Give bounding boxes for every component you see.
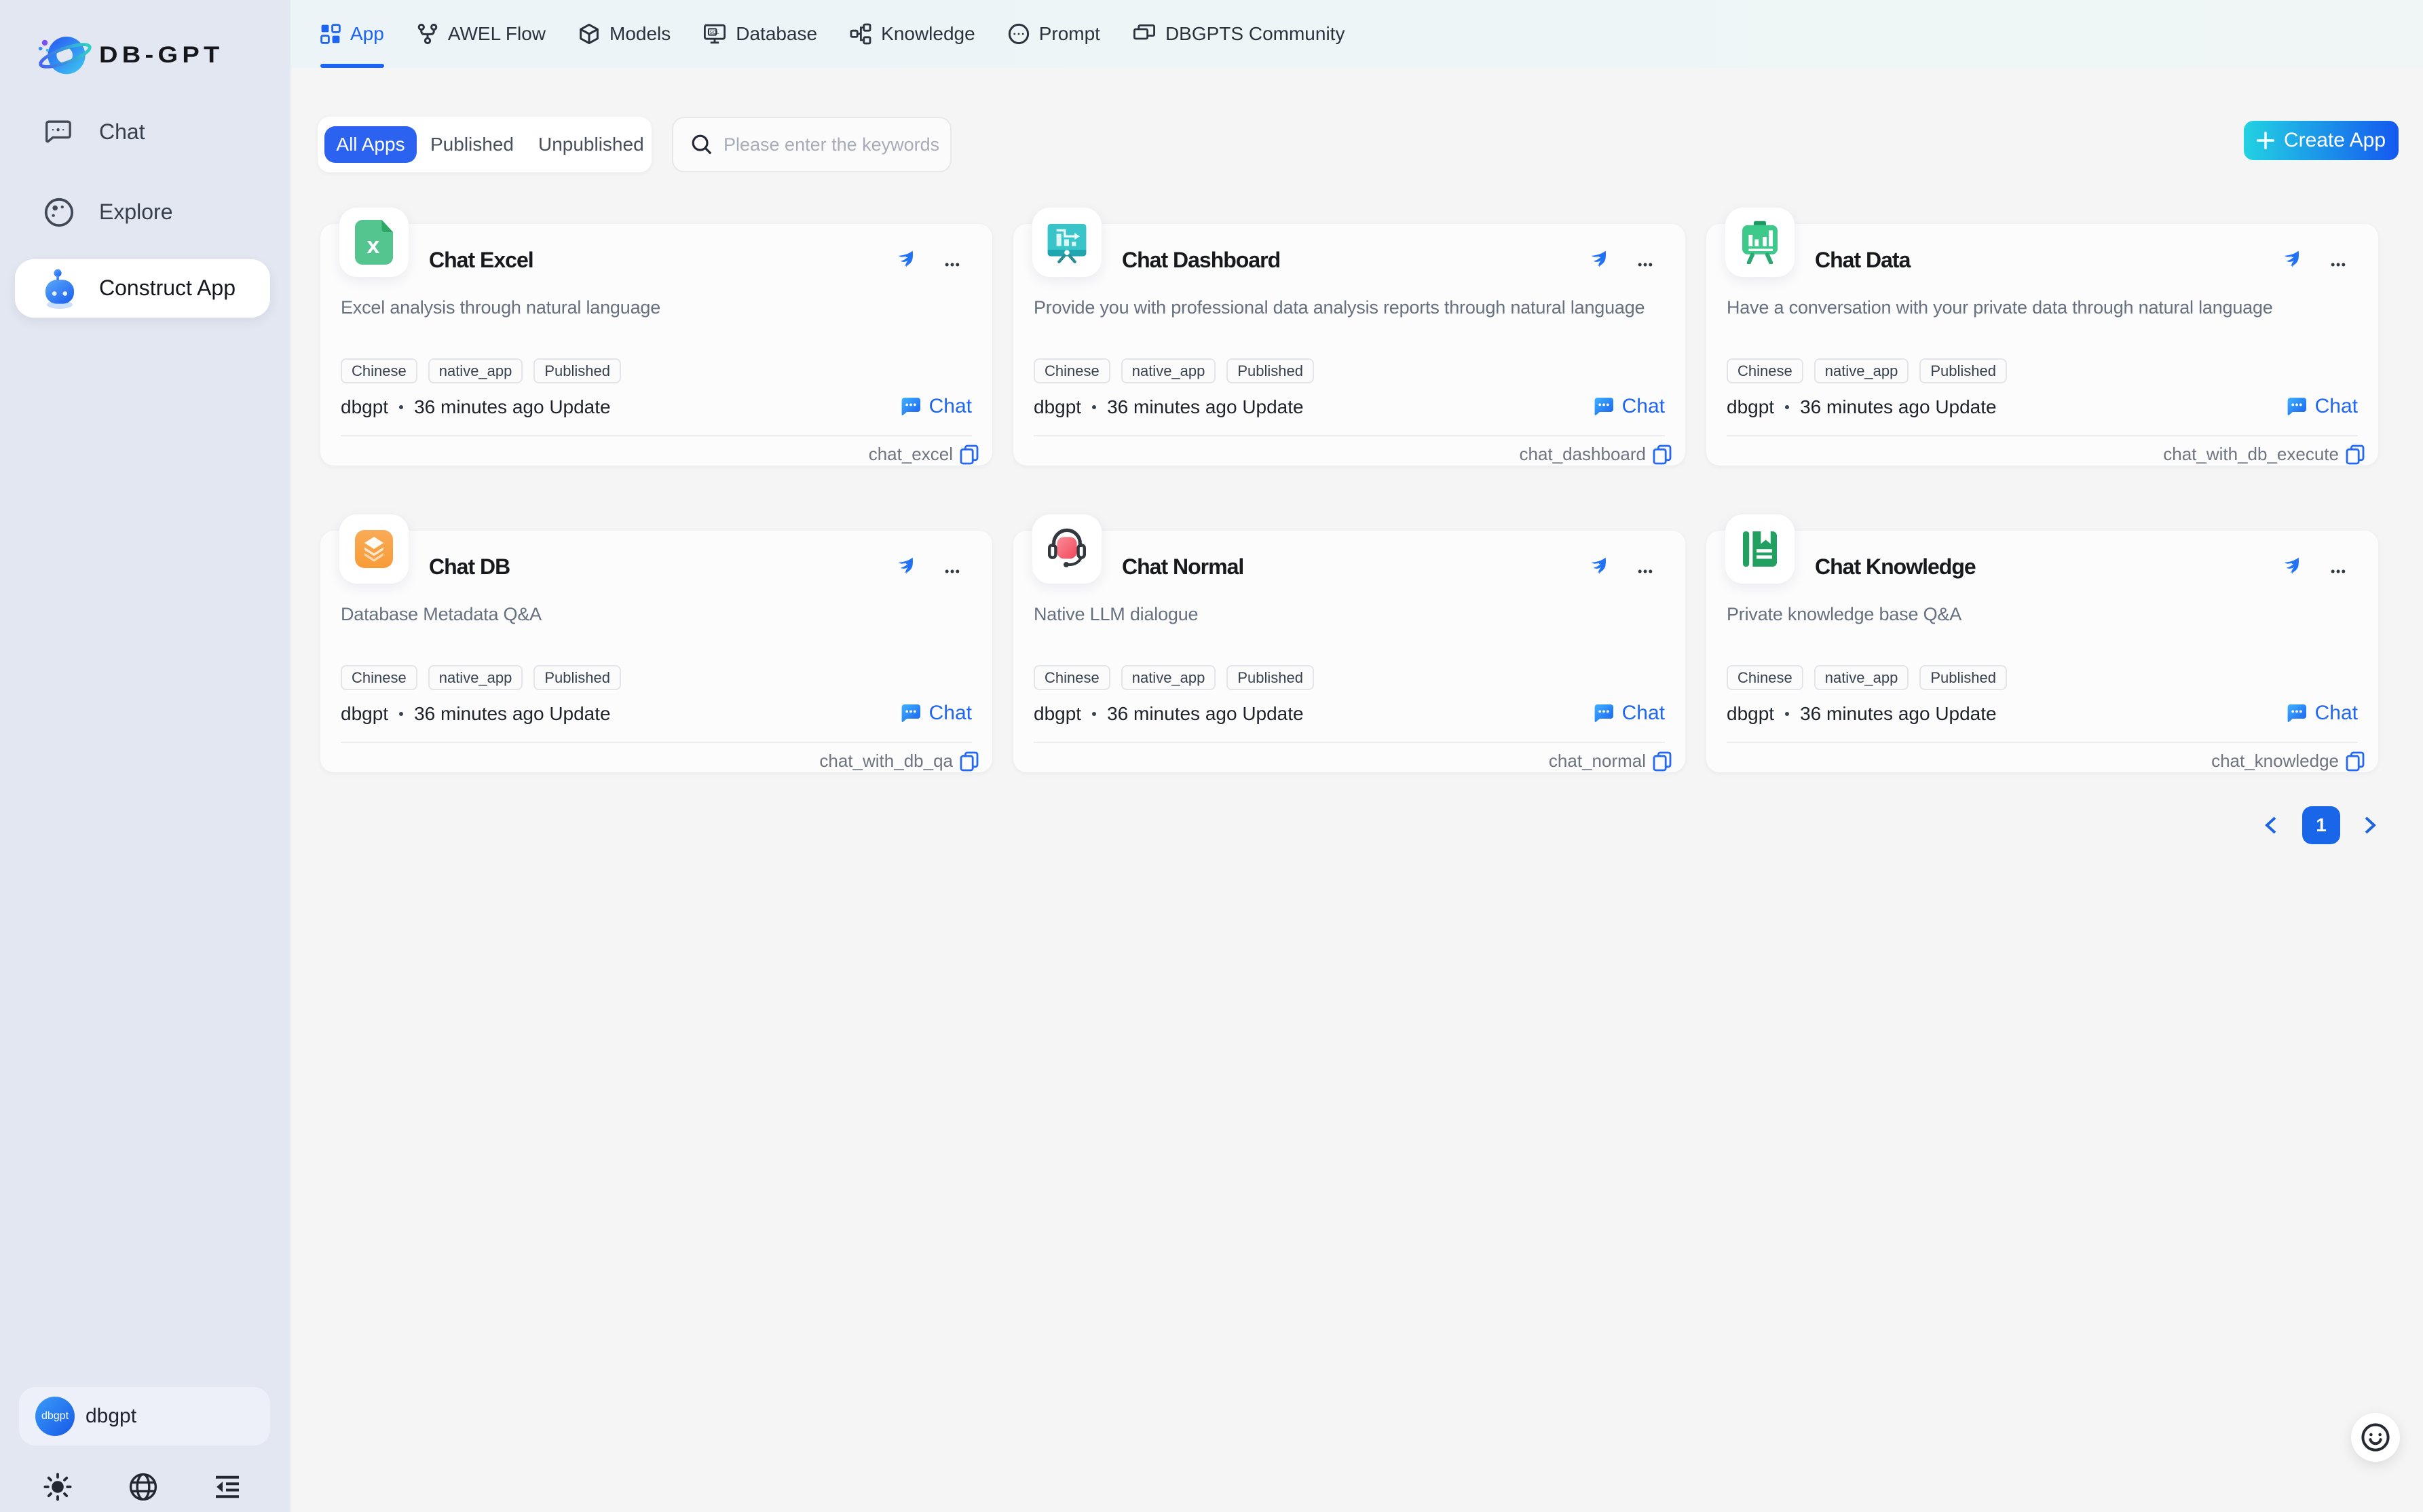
svg-text:x: x	[367, 233, 379, 259]
svg-text:SQL: SQL	[710, 29, 719, 35]
